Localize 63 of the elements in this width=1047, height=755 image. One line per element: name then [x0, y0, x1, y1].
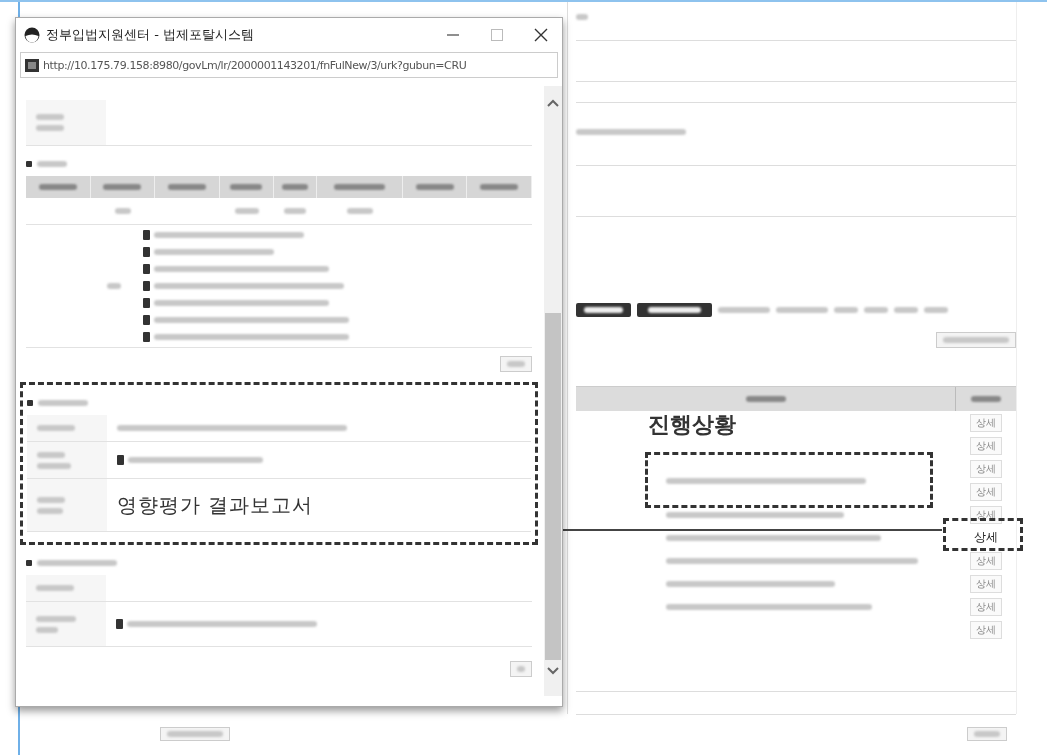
- detail-button[interactable]: 상세: [970, 597, 1002, 616]
- blurred-text: [36, 626, 58, 633]
- maximize-icon[interactable]: [490, 28, 504, 42]
- blurred-text: [745, 396, 786, 402]
- blurred-text: [334, 184, 385, 190]
- blurred-text: [36, 114, 64, 120]
- action-button[interactable]: [500, 356, 532, 372]
- scrollbar[interactable]: [544, 86, 562, 696]
- blurred-text: [38, 400, 88, 406]
- blurred-text: [480, 184, 519, 190]
- detail-button[interactable]: 상세: [970, 436, 1002, 455]
- close-icon[interactable]: [534, 28, 548, 42]
- action-button[interactable]: [967, 727, 1007, 741]
- blurred-text: [346, 208, 373, 214]
- blurred-text: [776, 307, 828, 313]
- action-button[interactable]: [510, 661, 532, 677]
- blurred-text: [36, 615, 76, 622]
- blurred-text: [38, 184, 77, 190]
- page-icon: [25, 58, 39, 72]
- blurred-text: [834, 307, 858, 313]
- blurred-text: [718, 307, 770, 313]
- blurred-text: [894, 307, 918, 313]
- detail-button[interactable]: 상세: [970, 620, 1002, 639]
- blurred-text: [284, 208, 307, 214]
- bullet-icon: [26, 161, 32, 167]
- blurred-text: [230, 184, 263, 190]
- blurred-text: [924, 307, 948, 313]
- blurred-text: [114, 208, 131, 214]
- toolbar-button[interactable]: [637, 303, 712, 317]
- blurred-text: [103, 184, 142, 190]
- blurred-text: [106, 283, 121, 289]
- scroll-down-icon[interactable]: [546, 666, 560, 676]
- detail-button[interactable]: 상세: [970, 459, 1002, 478]
- detail-button[interactable]: 상세: [970, 413, 1002, 432]
- annotation-caption: 영향평가 결과보고서: [117, 491, 314, 519]
- blurred-text: [971, 396, 1001, 402]
- action-button[interactable]: [160, 727, 230, 741]
- toolbar-button[interactable]: [576, 303, 631, 317]
- blurred-text: [234, 208, 259, 214]
- detail-button[interactable]: 상세: [970, 551, 1002, 570]
- blurred-text: [36, 585, 74, 591]
- bullet-icon: [27, 400, 33, 406]
- blurred-text: [576, 14, 588, 20]
- blurred-text: [37, 507, 63, 514]
- scroll-up-icon[interactable]: [546, 98, 560, 108]
- blurred-text: [36, 125, 64, 131]
- blurred-text: [282, 184, 308, 190]
- detail-button[interactable]: 상세: [970, 574, 1002, 593]
- annotation-caption: 진행상황: [648, 411, 736, 439]
- bullet-icon: [26, 560, 32, 566]
- blurred-text: [167, 184, 206, 190]
- blurred-text: [37, 496, 65, 503]
- blurred-text: [415, 184, 454, 190]
- file-icon: [116, 619, 123, 629]
- file-icon: [117, 455, 124, 465]
- window-title: 정부입법지원센터 - 법제포탈시스템: [46, 26, 255, 44]
- blurred-text: [864, 307, 888, 313]
- blurred-text: [37, 451, 65, 458]
- detail-button[interactable]: 상세: [970, 482, 1002, 501]
- blurred-text: [37, 161, 67, 167]
- blurred-text: [37, 425, 75, 431]
- blurred-text: [37, 462, 71, 469]
- logo-icon: [24, 27, 40, 43]
